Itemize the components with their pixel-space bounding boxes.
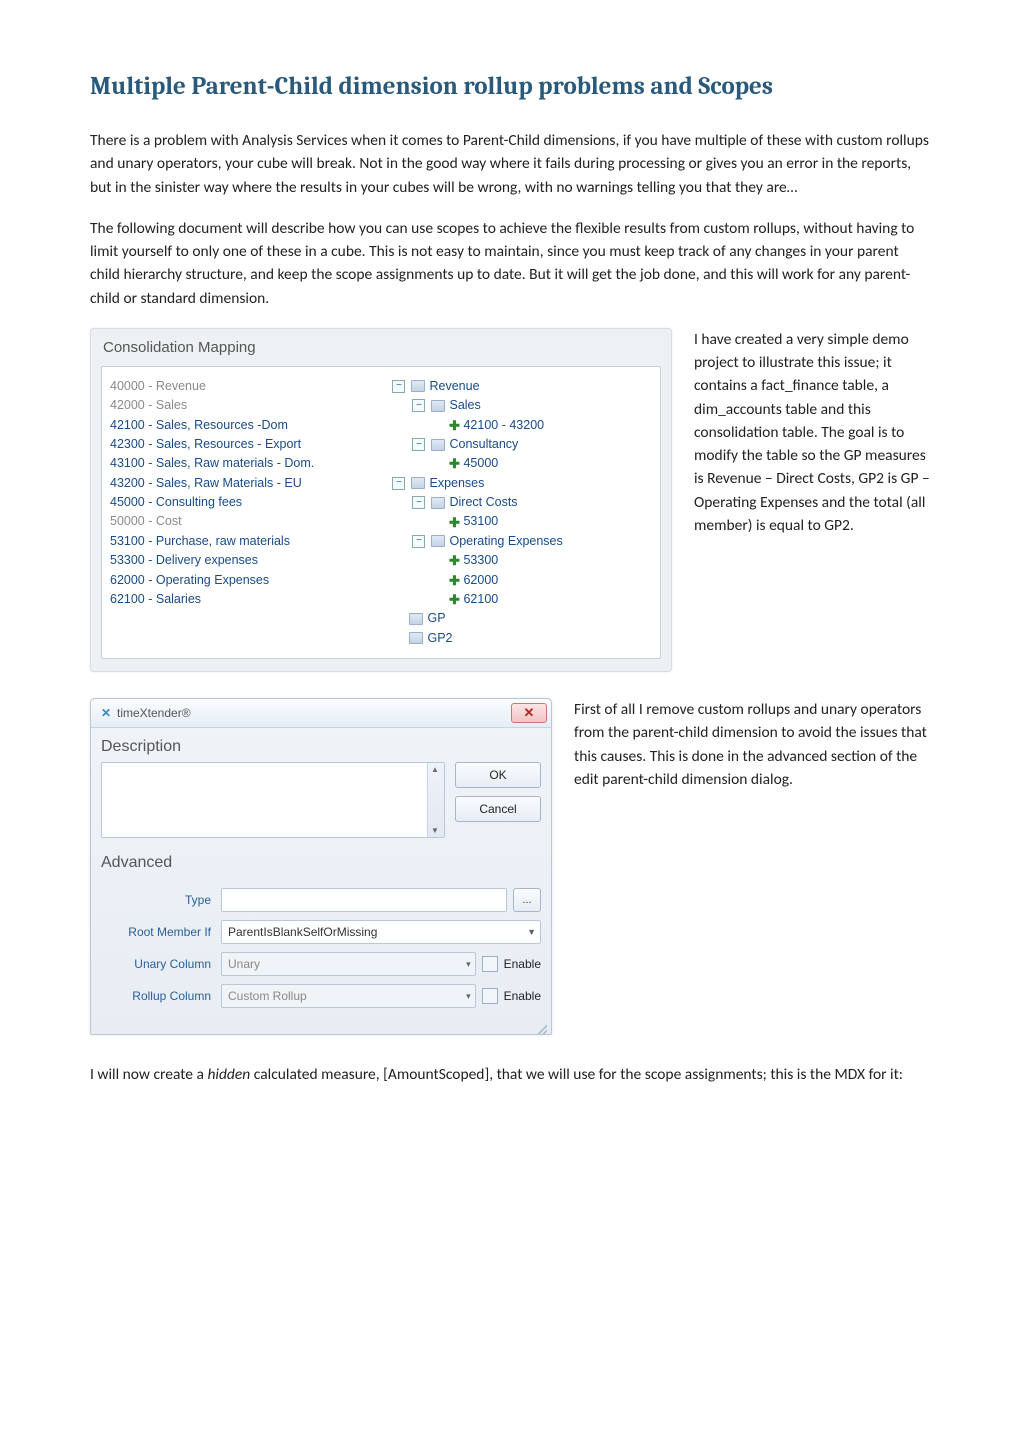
paragraph-1: There is a problem with Analysis Service…: [90, 129, 930, 199]
paragraph-2: The following document will describe how…: [90, 217, 930, 310]
folder-icon: [411, 380, 425, 392]
folder-icon: [409, 632, 423, 644]
label-unary-column: Unary Column: [101, 957, 215, 971]
collapse-icon[interactable]: −: [412, 438, 425, 451]
tree-item-label: GP2: [427, 629, 452, 648]
resize-grip-icon[interactable]: [535, 1022, 547, 1034]
tree-item[interactable]: ✚ 45000: [392, 454, 652, 473]
tree-item-label: 62000: [463, 571, 498, 590]
tree-item[interactable]: ✚ 53300: [392, 551, 652, 570]
tree-item[interactable]: ✚ 53100: [392, 512, 652, 531]
root-member-if-combo[interactable]: ParentIsBlankSelfOrMissing▼: [221, 920, 541, 944]
consolidation-mapping-panel: Consolidation Mapping 40000 - Revenue420…: [90, 328, 672, 672]
tree-item-label: Operating Expenses: [449, 532, 562, 551]
tree-item[interactable]: GP: [392, 609, 652, 628]
rollup-column-combo[interactable]: Custom Rollup▾: [221, 984, 476, 1008]
plus-icon: ✚: [449, 420, 459, 430]
tree-item[interactable]: ✚ 42100 - 43200: [392, 416, 652, 435]
plus-icon: ✚: [449, 595, 459, 605]
tree-item-label: Consultancy: [449, 435, 518, 454]
list-item[interactable]: 42000 - Sales: [110, 396, 382, 415]
dialog-title: timeXtender®: [117, 706, 191, 720]
section-advanced: Advanced: [101, 850, 541, 878]
tree-item[interactable]: GP2: [392, 629, 652, 648]
section-description: Description: [101, 734, 541, 762]
list-item[interactable]: 40000 - Revenue: [110, 377, 382, 396]
description-textarea[interactable]: ▲ ▼: [101, 762, 445, 838]
collapse-icon[interactable]: −: [412, 496, 425, 509]
collapse-icon[interactable]: −: [392, 477, 405, 490]
collapse-icon[interactable]: −: [412, 399, 425, 412]
label-root-member-if: Root Member If: [101, 925, 215, 939]
list-item[interactable]: 42100 - Sales, Resources -Dom: [110, 416, 382, 435]
tree-item-label: 53300: [463, 551, 498, 570]
label-type: Type: [101, 893, 215, 907]
chevron-down-icon: ▾: [466, 991, 471, 1002]
type-browse-button[interactable]: ...: [513, 888, 541, 912]
account-flat-list: 40000 - Revenue42000 - Sales42100 - Sale…: [110, 377, 382, 648]
tree-item-label: 53100: [463, 512, 498, 531]
side-paragraph-1: I have created a very simple demo projec…: [694, 328, 930, 537]
list-item[interactable]: 50000 - Cost: [110, 512, 382, 531]
list-item[interactable]: 53100 - Purchase, raw materials: [110, 532, 382, 551]
scroll-down-icon[interactable]: ▼: [431, 826, 441, 835]
chevron-down-icon: ▾: [466, 959, 471, 970]
tree-item[interactable]: − Revenue: [392, 377, 652, 396]
tree-item-label: Revenue: [429, 377, 479, 396]
tree-item[interactable]: ✚ 62000: [392, 571, 652, 590]
scroll-up-icon[interactable]: ▲: [431, 765, 441, 774]
plus-icon: ✚: [449, 517, 459, 527]
rollup-enable-checkbox[interactable]: [482, 988, 498, 1004]
unary-enable-label: Enable: [504, 957, 541, 971]
folder-icon: [409, 613, 423, 625]
chevron-down-icon: ▼: [527, 927, 536, 937]
page-title: Multiple Parent-Child dimension rollup p…: [90, 72, 930, 101]
list-item[interactable]: 43200 - Sales, Raw Materials - EU: [110, 474, 382, 493]
tree-item[interactable]: − Direct Costs: [392, 493, 652, 512]
plus-icon: ✚: [449, 459, 459, 469]
cancel-button[interactable]: Cancel: [455, 796, 541, 822]
plus-icon: ✚: [449, 556, 459, 566]
tree-item[interactable]: − Sales: [392, 396, 652, 415]
plus-icon: ✚: [449, 575, 459, 585]
folder-icon: [431, 535, 445, 547]
dialog-titlebar: ✕ timeXtender® ✕: [91, 699, 551, 728]
side-paragraph-2: First of all I remove custom rollups and…: [574, 698, 930, 791]
list-item[interactable]: 62100 - Salaries: [110, 590, 382, 609]
folder-icon: [431, 497, 445, 509]
list-item[interactable]: 53300 - Delivery expenses: [110, 551, 382, 570]
tree-item[interactable]: − Operating Expenses: [392, 532, 652, 551]
list-item[interactable]: 43100 - Sales, Raw materials - Dom.: [110, 454, 382, 473]
folder-icon: [431, 400, 445, 412]
tree-item[interactable]: − Consultancy: [392, 435, 652, 454]
label-rollup-column: Rollup Column: [101, 989, 215, 1003]
folder-icon: [431, 439, 445, 451]
tree-item[interactable]: ✚ 62100: [392, 590, 652, 609]
unary-column-combo[interactable]: Unary▾: [221, 952, 476, 976]
tree-item-label: 45000: [463, 454, 498, 473]
tree-item-label: 42100 - 43200: [463, 416, 544, 435]
tree-item-label: Direct Costs: [449, 493, 517, 512]
paragraph-3: I will now create a hidden calculated me…: [90, 1063, 930, 1086]
close-button[interactable]: ✕: [511, 703, 547, 723]
type-combo[interactable]: [221, 888, 507, 912]
tree-item-label: 62100: [463, 590, 498, 609]
tree-item-label: Sales: [449, 396, 480, 415]
consolidation-title: Consolidation Mapping: [101, 335, 661, 366]
tree-item-label: GP: [427, 609, 445, 628]
collapse-icon[interactable]: −: [412, 535, 425, 548]
folder-icon: [411, 477, 425, 489]
ok-button[interactable]: OK: [455, 762, 541, 788]
unary-enable-checkbox[interactable]: [482, 956, 498, 972]
app-icon: ✕: [101, 708, 111, 718]
list-item[interactable]: 45000 - Consulting fees: [110, 493, 382, 512]
tree-item[interactable]: − Expenses: [392, 474, 652, 493]
rollup-enable-label: Enable: [504, 989, 541, 1003]
collapse-icon[interactable]: −: [392, 380, 405, 393]
list-item[interactable]: 42300 - Sales, Resources - Export: [110, 435, 382, 454]
account-tree: −Revenue−Sales✚42100 - 43200−Consultancy…: [392, 377, 652, 648]
edit-dimension-dialog: ✕ timeXtender® ✕ Description ▲ ▼ OK Canc…: [90, 698, 552, 1035]
list-item[interactable]: 62000 - Operating Expenses: [110, 571, 382, 590]
tree-item-label: Expenses: [429, 474, 484, 493]
